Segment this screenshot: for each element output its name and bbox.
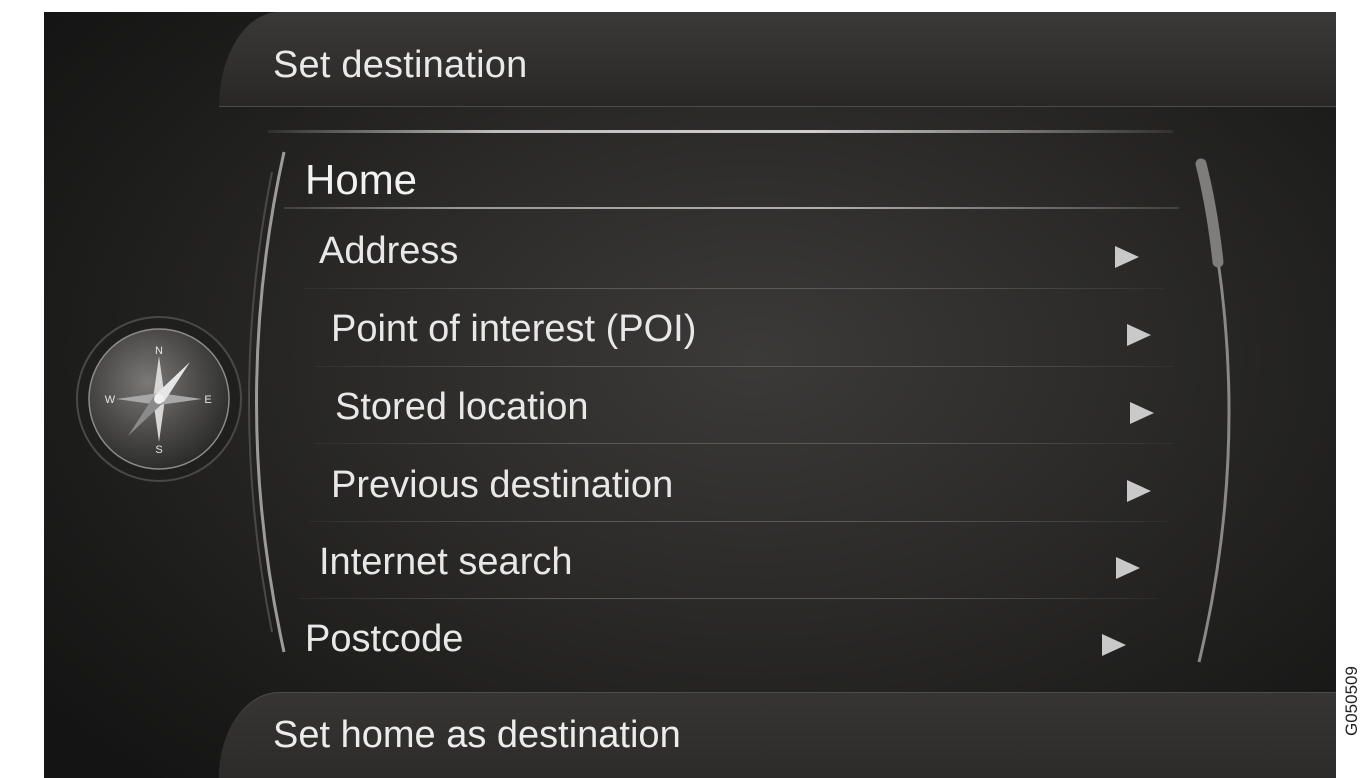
compass-north: N [155, 345, 163, 357]
set-home-button[interactable]: Set home as destination [273, 714, 681, 757]
page-title: Set destination [273, 44, 528, 86]
chevron-right-icon [1102, 634, 1126, 656]
menu-item-stored-location[interactable]: Stored location [335, 386, 1165, 448]
item-divider [314, 443, 1174, 444]
chevron-right-icon [1116, 557, 1140, 579]
chevron-right-icon [1127, 324, 1151, 346]
chevron-right-icon [1130, 402, 1154, 424]
menu-item-postcode[interactable]: Postcode [305, 618, 1135, 680]
scrollbar[interactable] [1194, 152, 1264, 672]
menu-item-internet-search[interactable]: Internet search [319, 541, 1149, 603]
compass-south: S [155, 444, 162, 456]
chevron-right-icon [1127, 480, 1151, 502]
top-divider [268, 130, 1173, 133]
menu-item-previous-destination[interactable]: Previous destination [331, 464, 1161, 526]
compass-east: E [204, 394, 211, 406]
compass-west: W [105, 394, 116, 406]
menu-item-label: Point of interest (POI) [331, 308, 697, 350]
compass-icon: N S E W [76, 316, 242, 482]
image-code: G050509 [1342, 666, 1361, 736]
title-divider [284, 207, 1179, 209]
item-divider [299, 598, 1159, 599]
menu-item-label: Address [319, 230, 459, 272]
menu-item-label: Postcode [305, 618, 464, 660]
menu-item-label: Stored location [335, 386, 589, 428]
navigation-screen: Set destination Home Address Point of in… [44, 12, 1336, 778]
chevron-right-icon [1115, 246, 1139, 268]
menu-item-address[interactable]: Address [319, 230, 1149, 292]
menu-item-point-of-interest[interactable]: Point of interest (POI) [331, 308, 1161, 370]
scrollbar-thumb [1195, 158, 1224, 268]
item-divider [309, 521, 1169, 522]
item-divider [304, 288, 1164, 289]
menu-item-label: Previous destination [331, 464, 674, 506]
item-divider [314, 366, 1174, 367]
menu-title: Home [305, 156, 418, 203]
menu-item-label: Internet search [319, 541, 573, 583]
